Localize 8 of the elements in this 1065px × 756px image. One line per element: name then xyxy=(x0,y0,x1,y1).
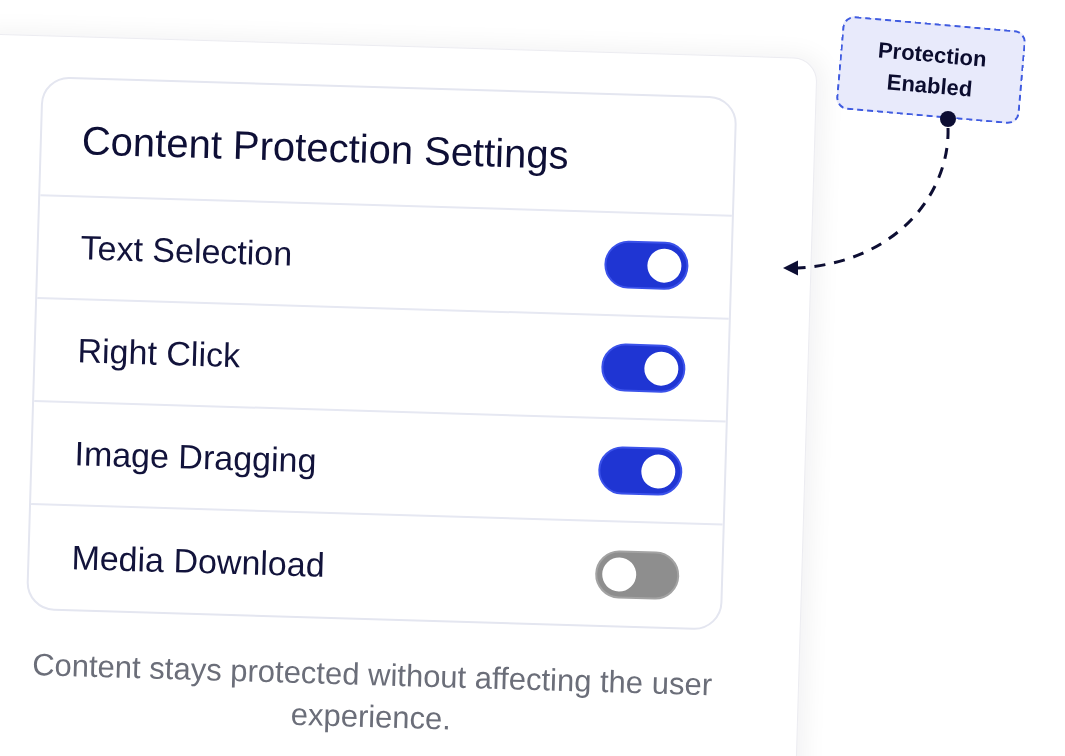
setting-label: Text Selection xyxy=(80,228,293,274)
caption-text: Content stays protected without affecting the user experience. xyxy=(30,646,714,739)
connector-dot-icon xyxy=(940,111,956,127)
setting-label: Right Click xyxy=(77,331,241,376)
setting-label: Image Dragging xyxy=(74,434,317,481)
card-title: Content Protection Settings xyxy=(81,117,570,178)
callout-text: Protection Enabled xyxy=(876,36,989,104)
setting-label: Media Download xyxy=(70,538,326,585)
